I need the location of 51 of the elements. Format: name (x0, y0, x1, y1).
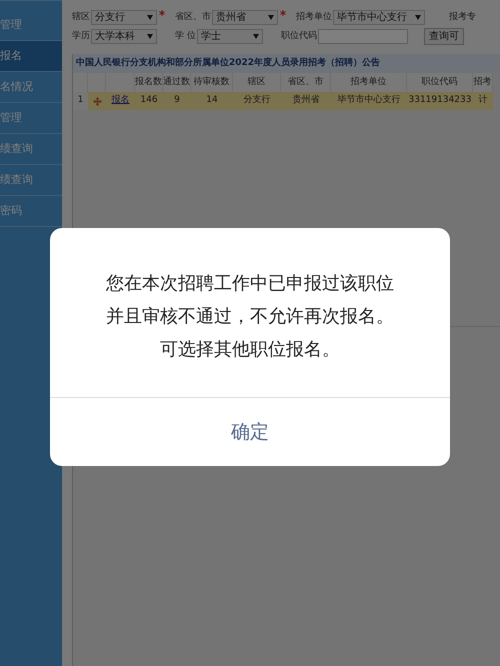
caret-icon (147, 34, 153, 39)
table-cell: 146 (135, 92, 163, 110)
confirm-button[interactable]: 确定 (50, 397, 450, 466)
dialog-message: 您在本次招聘工作中已申报过该职位 (106, 272, 394, 296)
field-label: 学历 (72, 30, 90, 43)
row-number: 1 (73, 92, 88, 110)
sidebar-item[interactable]: 绩查询 (0, 165, 62, 196)
column-header[interactable]: 待审核数 (191, 73, 233, 92)
field-label: 省区、市 (175, 10, 211, 24)
select-field[interactable]: 学士 (196, 29, 263, 44)
sidebar-item[interactable]: 绩查询 (0, 134, 62, 165)
query-button[interactable]: 查询可 (424, 28, 464, 45)
move-icon[interactable] (92, 96, 102, 106)
field-label: 招考单位 (296, 10, 332, 24)
column-header[interactable]: 职位代码 (407, 73, 473, 92)
column-header[interactable]: 省区、市 (281, 73, 331, 92)
signup-link[interactable]: 报名 (112, 94, 130, 108)
required-star-icon (280, 10, 286, 16)
table-cell: 33119134233 (407, 92, 473, 110)
column-header[interactable]: 招考 (473, 73, 493, 92)
sidebar-item[interactable]: 密码 (0, 196, 62, 227)
table-title: 中国人民银行分支机构和部分所属单位2022年度人员录用招考（招聘）公告 (73, 54, 500, 73)
caret-icon (147, 15, 153, 20)
sidebar-item[interactable]: 报名 (0, 41, 62, 72)
select-field[interactable]: 毕节市中心支行 (333, 10, 425, 25)
column-header[interactable]: 通过数 (163, 73, 191, 92)
column-header[interactable]: 报名数 (135, 73, 163, 92)
select-field[interactable]: 大学本科 (91, 29, 157, 44)
caret-icon (268, 15, 274, 20)
required-star-icon (159, 10, 165, 16)
dialog-message: 并且审核不通过，不允许再次报名。 (106, 305, 394, 329)
dialog-message: 可选择其他职位报名。 (160, 338, 340, 362)
table-cell: 贵州省 (281, 92, 331, 110)
column-header[interactable]: 招考单位 (331, 73, 407, 92)
select-field[interactable]: 贵州省 (212, 10, 278, 25)
field-label: 学 位 (175, 30, 196, 43)
table-cell: 14 (191, 92, 233, 110)
field-label: 报考专 (449, 10, 476, 24)
field-label: 辖区 (72, 10, 90, 24)
table-cell: 毕节市中心支行 (331, 92, 407, 110)
sidebar-item[interactable]: 名情况 (0, 72, 62, 103)
caret-icon (252, 34, 259, 39)
caret-icon (415, 15, 421, 20)
column-header[interactable]: 辖区 (233, 73, 281, 92)
field-label: 职位代码 (280, 30, 317, 43)
table-cell: 分支行 (233, 92, 281, 110)
sidebar-item[interactable]: 管理 (0, 103, 62, 134)
table-cell: 计 (473, 92, 493, 110)
select-field[interactable]: 分支行 (91, 10, 157, 25)
table-cell: 9 (163, 92, 191, 110)
input-field[interactable] (318, 29, 408, 44)
